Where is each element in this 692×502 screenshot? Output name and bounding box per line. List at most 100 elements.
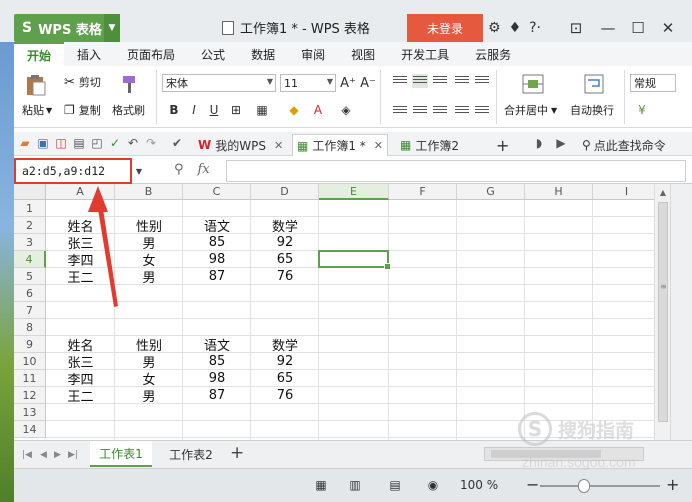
row-header-3[interactable]: 3: [14, 234, 46, 251]
prev-sheet-icon[interactable]: ◀: [40, 450, 47, 460]
tab-data[interactable]: 数据: [238, 42, 288, 66]
tab-page-layout[interactable]: 页面布局: [114, 42, 188, 66]
select-all-corner[interactable]: [14, 184, 46, 200]
sheet-tab-2[interactable]: 工作表2: [160, 441, 222, 467]
cell-b2[interactable]: 性别: [115, 217, 183, 235]
indent-decrease-icon[interactable]: [454, 74, 470, 88]
chevron-down-icon[interactable]: ▼: [104, 14, 120, 42]
cell-d10[interactable]: 92: [251, 353, 319, 370]
decrease-font-button[interactable]: A⁻: [360, 75, 376, 91]
tab-developer[interactable]: 开发工具: [388, 42, 462, 66]
cell-a5[interactable]: 王二: [46, 268, 115, 286]
align-center-icon[interactable]: [412, 104, 428, 118]
row-header-1[interactable]: 1: [14, 200, 46, 217]
add-sheet-button[interactable]: +: [230, 443, 244, 463]
formula-input[interactable]: [226, 160, 686, 182]
zoom-formula-icon[interactable]: ⚲: [174, 162, 184, 177]
first-sheet-icon[interactable]: |◀: [22, 450, 32, 460]
font-color-icon[interactable]: A: [310, 102, 326, 118]
side-panel-collapsed[interactable]: [670, 184, 692, 440]
cell-fill-pattern-icon[interactable]: ▦: [254, 102, 270, 118]
zoom-slider-track[interactable]: [540, 485, 660, 487]
tab-workbook-2[interactable]: ▦ 工作簿2: [396, 134, 463, 156]
cell-c2[interactable]: 语文: [183, 217, 251, 235]
vertical-scrollbar[interactable]: ▲ ≡: [654, 184, 670, 440]
align-bottom-icon[interactable]: [432, 74, 448, 88]
indent-increase-icon[interactable]: [474, 74, 490, 88]
currency-format-icon[interactable]: ¥: [634, 102, 650, 118]
cell-b3[interactable]: 男: [115, 234, 183, 252]
close-icon[interactable]: ✕: [654, 14, 682, 42]
row-header-4[interactable]: 4: [14, 251, 46, 268]
zoom-slider-handle[interactable]: [578, 479, 590, 493]
row-header-13[interactable]: 13: [14, 404, 46, 421]
cell-b10[interactable]: 男: [115, 353, 183, 371]
cell-a12[interactable]: 王二: [46, 387, 115, 405]
increase-font-button[interactable]: A⁺: [340, 75, 356, 91]
skin-icon[interactable]: ⚙: [488, 20, 501, 36]
print-icon[interactable]: ▤: [72, 136, 86, 150]
justify-icon[interactable]: [454, 104, 470, 118]
row-header-6[interactable]: 6: [14, 285, 46, 302]
tab-workbook-1[interactable]: ▦ 工作簿1 * ✕: [292, 134, 389, 156]
scroll-up-icon[interactable]: ▲: [655, 184, 671, 200]
tab-formulas[interactable]: 公式: [188, 42, 238, 66]
find-command-search[interactable]: ⚲ 点此查找命令: [578, 134, 670, 156]
tab-options-icon[interactable]: ▶: [554, 136, 568, 150]
open-folder-icon[interactable]: ▰: [18, 136, 32, 150]
column-header-g[interactable]: G: [457, 184, 525, 200]
print-preview-icon[interactable]: ◰: [90, 136, 104, 150]
tab-insert[interactable]: 插入: [64, 42, 114, 66]
tab-review[interactable]: 审阅: [288, 42, 338, 66]
undo-icon[interactable]: ↶: [126, 136, 140, 150]
cell-c12[interactable]: 87: [183, 387, 251, 404]
chevron-down-icon[interactable]: ▼: [136, 167, 142, 176]
close-icon[interactable]: ✕: [274, 139, 283, 152]
cell-c9[interactable]: 语文: [183, 336, 251, 354]
cell-c3[interactable]: 85: [183, 234, 251, 251]
cell-d12[interactable]: 76: [251, 387, 319, 404]
tab-list-icon[interactable]: ◗: [532, 136, 546, 150]
row-header-12[interactable]: 12: [14, 387, 46, 404]
font-name-select[interactable]: 宋体 ▼: [162, 74, 276, 92]
cell-b5[interactable]: 男: [115, 268, 183, 286]
row-header-2[interactable]: 2: [14, 217, 46, 234]
close-icon[interactable]: ✕: [374, 139, 383, 152]
row-header-9[interactable]: 9: [14, 336, 46, 353]
clear-format-icon[interactable]: ◈: [338, 102, 354, 118]
tab-cloud[interactable]: 云服务: [462, 42, 524, 66]
row-header-10[interactable]: 10: [14, 353, 46, 370]
column-header-a[interactable]: A: [46, 184, 115, 200]
cell-b11[interactable]: 女: [115, 370, 183, 388]
scrollbar-thumb[interactable]: [658, 202, 668, 422]
cut-button[interactable]: ✂ 剪切: [64, 74, 101, 90]
reading-mode-icon[interactable]: ◉: [422, 476, 444, 494]
column-header-e[interactable]: E: [319, 184, 389, 200]
login-button[interactable]: 未登录: [407, 14, 483, 42]
align-top-icon[interactable]: [392, 74, 408, 88]
name-box[interactable]: a2:d5,a9:d12 ▼: [14, 158, 142, 184]
spreadsheet-grid[interactable]: A B C D E F G H I 1 2 姓名 性别 语文 数学 3 张三男 85 92 4 李四女 98 65 5 王二男 8…: [14, 184, 654, 440]
paste-button[interactable]: 粘贴 ▼: [22, 102, 52, 118]
cell-a11[interactable]: 李四: [46, 370, 115, 388]
redo-icon[interactable]: ↷: [144, 136, 158, 150]
cell-c5[interactable]: 87: [183, 268, 251, 285]
next-sheet-icon[interactable]: ▶: [54, 450, 61, 460]
wrap-text-button[interactable]: 自动换行: [570, 102, 614, 118]
column-header-c[interactable]: C: [183, 184, 251, 200]
cell-d9[interactable]: 数学: [251, 336, 319, 354]
maximize-icon[interactable]: ☐: [624, 14, 652, 42]
italic-button[interactable]: I: [186, 102, 202, 118]
align-left-icon[interactable]: [392, 104, 408, 118]
align-middle-icon[interactable]: [412, 74, 428, 88]
font-size-select[interactable]: 11 ▼: [280, 74, 336, 92]
cell-b4[interactable]: 女: [115, 251, 183, 269]
cell-a9[interactable]: 姓名: [46, 336, 115, 354]
cell-d4[interactable]: 65: [251, 251, 319, 268]
row-header-14[interactable]: 14: [14, 421, 46, 438]
distributed-icon[interactable]: [474, 104, 490, 118]
underline-button[interactable]: U: [206, 102, 222, 118]
page-layout-view-icon[interactable]: ▤: [384, 476, 406, 494]
cell-d5[interactable]: 76: [251, 268, 319, 285]
minimize-ribbon-icon[interactable]: ⊡: [562, 14, 590, 42]
